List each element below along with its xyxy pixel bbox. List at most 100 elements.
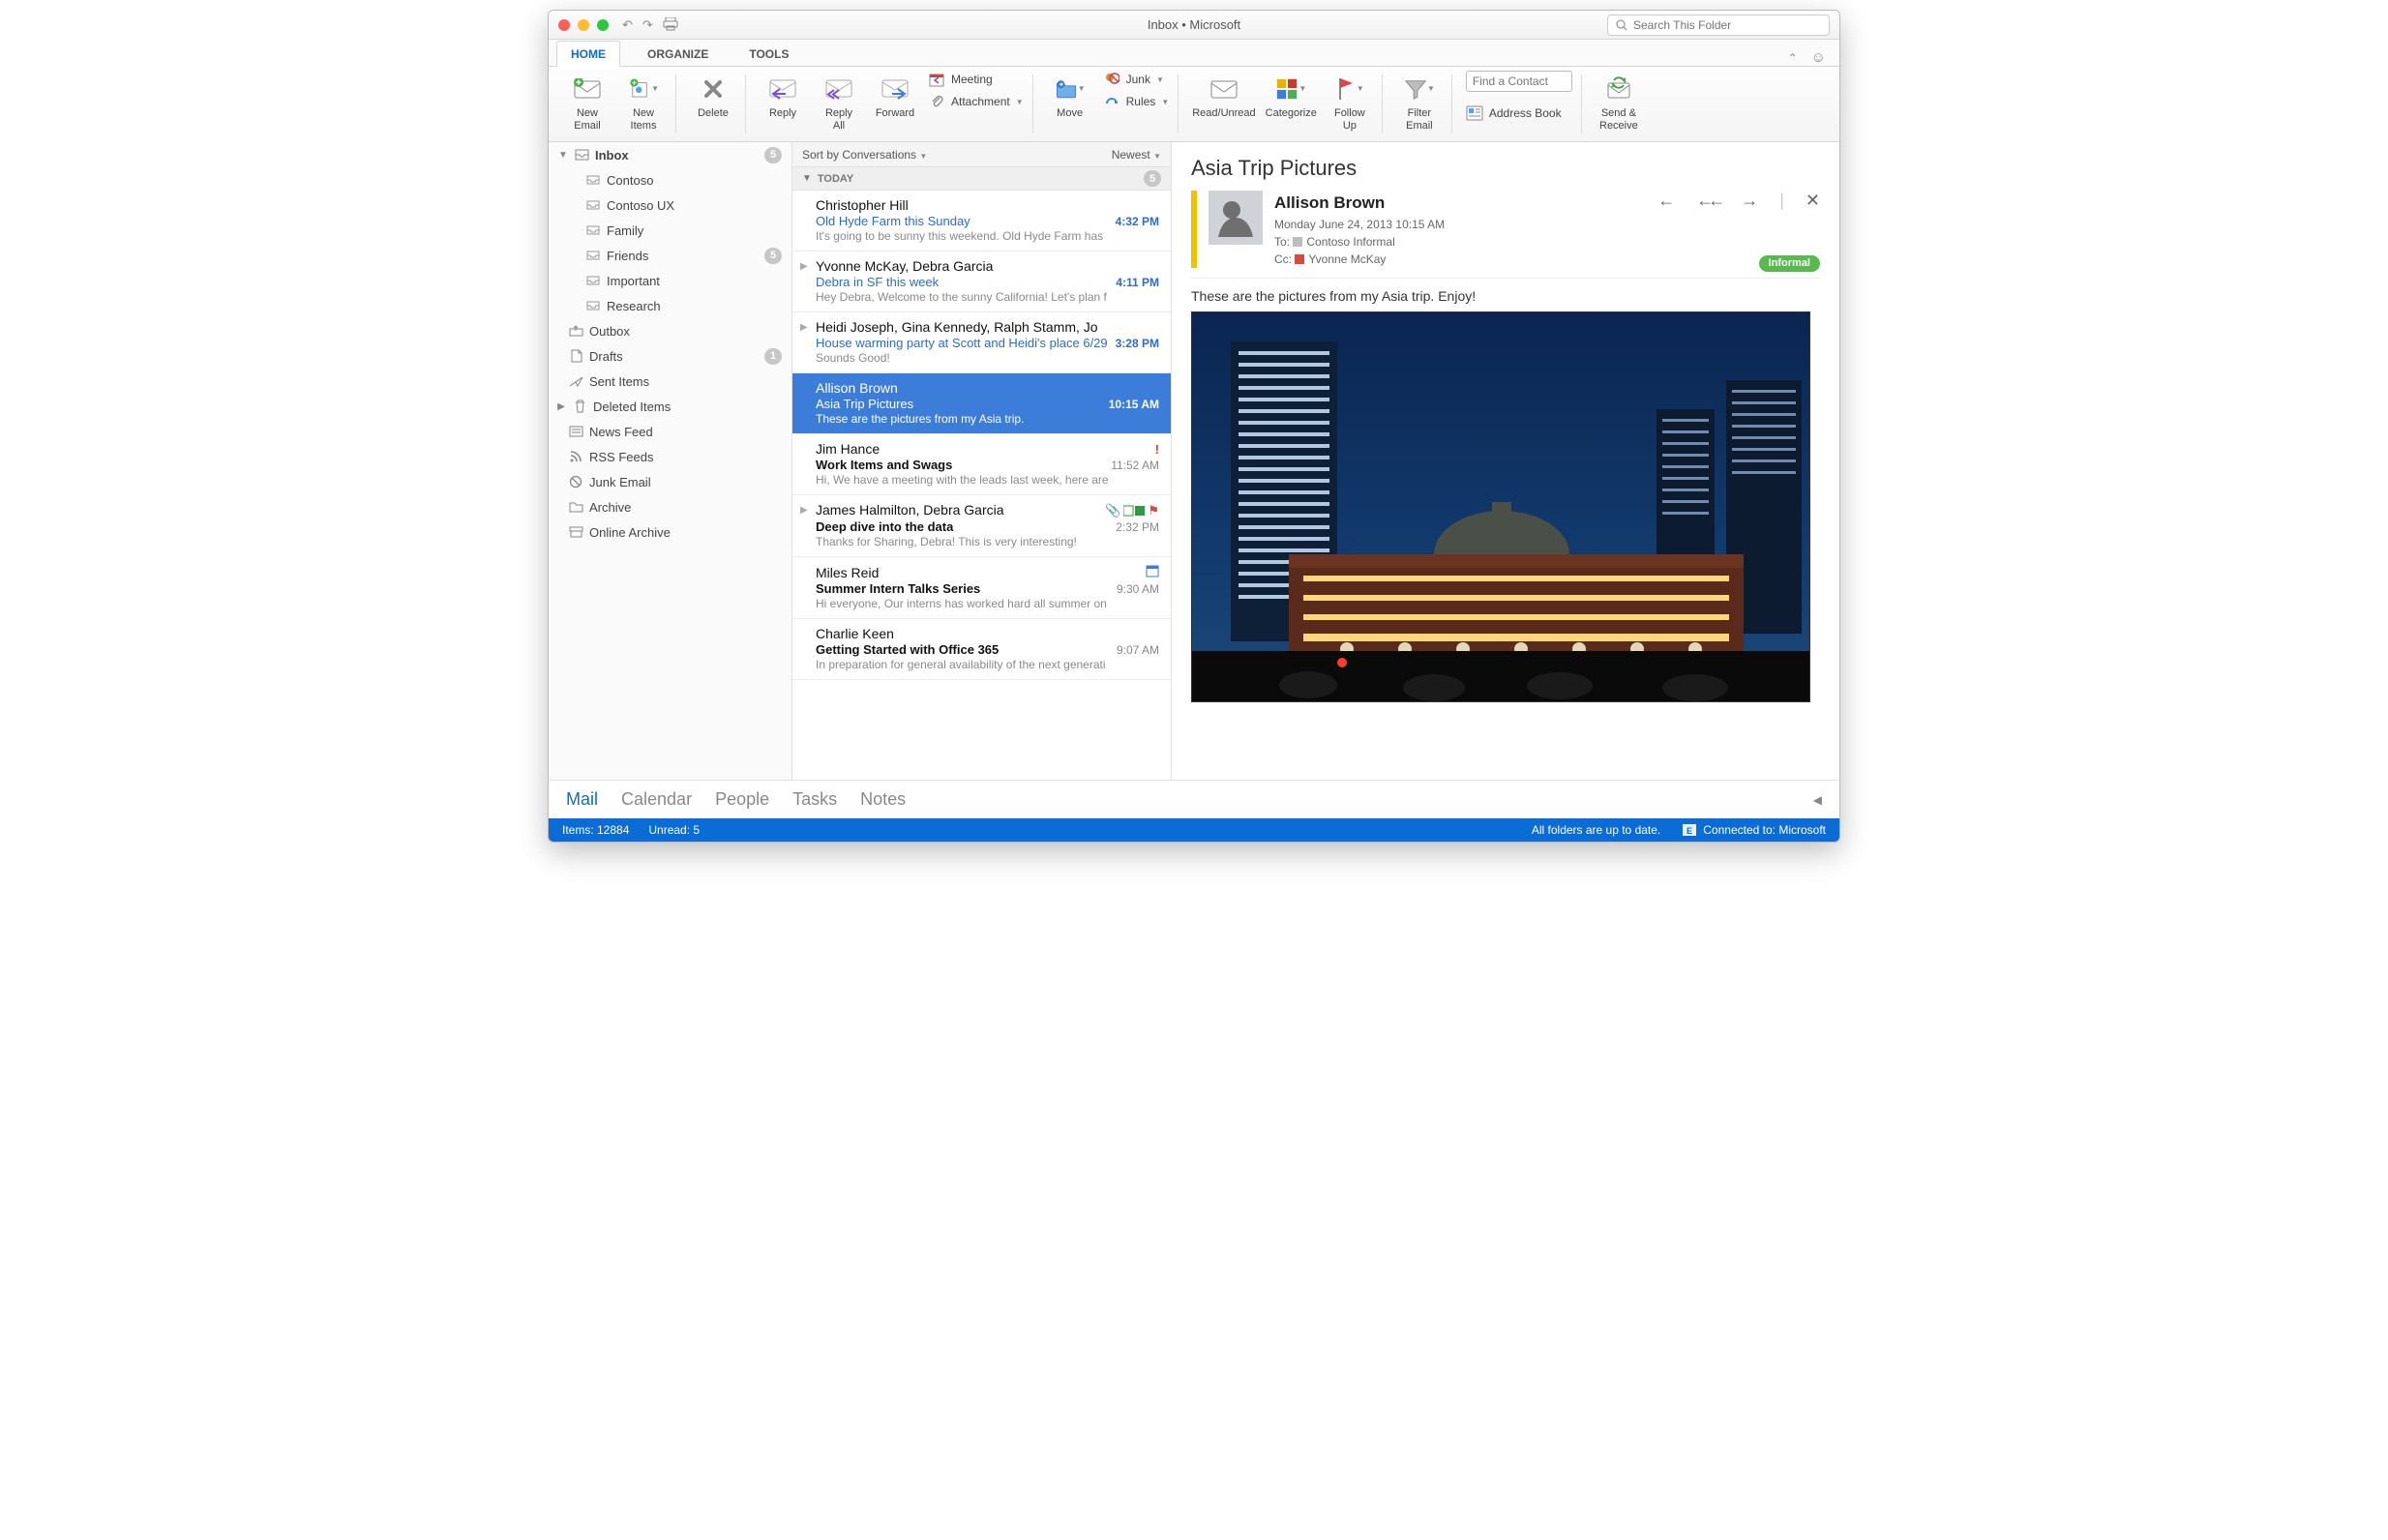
expand-thread-icon[interactable]: ▶ xyxy=(800,261,808,272)
sidebar-deleted[interactable]: ▶Deleted Items xyxy=(549,394,791,419)
meeting-button[interactable]: Meeting xyxy=(928,71,1024,88)
address-book-button[interactable]: Address Book xyxy=(1466,105,1572,121)
sidebar-item-family[interactable]: Family xyxy=(549,218,791,243)
message-item[interactable]: Allison BrownAsia Trip Pictures10:15 AMT… xyxy=(792,373,1171,434)
cloud-archive-icon xyxy=(568,524,583,540)
close-window-button[interactable] xyxy=(558,19,570,31)
junk-button[interactable]: Junk▼ xyxy=(1103,71,1170,88)
reply-all-arrow-icon[interactable]: ←← xyxy=(1696,191,1719,211)
message-subject: Old Hyde Farm this Sunday xyxy=(816,214,970,228)
nav-mail[interactable]: Mail xyxy=(566,789,598,810)
expand-thread-icon[interactable]: ▶ xyxy=(800,505,808,516)
message-item[interactable]: Charlie KeenGetting Started with Office … xyxy=(792,619,1171,680)
move-label: Move xyxy=(1057,107,1083,120)
message-item[interactable]: Jim Hance!Work Items and Swags11:52 AMHi… xyxy=(792,434,1171,495)
attachment-button[interactable]: Attachment ▼ xyxy=(928,93,1024,110)
email-image xyxy=(1191,311,1810,702)
message-list-header: Sort by Conversations ▼ Newest ▼ xyxy=(792,142,1171,167)
cc-label: Cc: xyxy=(1274,252,1292,266)
status-sync: All folders are up to date. xyxy=(1532,823,1660,837)
nav-collapse-icon[interactable]: ◀ xyxy=(1813,793,1822,807)
message-item[interactable]: ▶James Halmilton, Debra Garcia📎⚑Deep div… xyxy=(792,495,1171,557)
tray-icon xyxy=(585,197,601,213)
exchange-icon: E xyxy=(1682,823,1697,837)
meeting-label: Meeting xyxy=(951,73,993,86)
tab-organize[interactable]: ORGANIZE xyxy=(634,42,722,66)
tab-tools[interactable]: TOOLS xyxy=(735,42,802,66)
today-count: 5 xyxy=(1144,170,1161,187)
newest-button[interactable]: Newest ▼ xyxy=(1112,148,1161,162)
nav-calendar[interactable]: Calendar xyxy=(621,789,692,810)
message-item[interactable]: ▶Heidi Joseph, Gina Kennedy, Ralph Stamm… xyxy=(792,312,1171,373)
ribbon-tabs: HOME ORGANIZE TOOLS ⌃ ☺ xyxy=(549,40,1839,67)
titlebar: ↶ ↷ Inbox • Microsoft xyxy=(549,11,1839,40)
sidebar-inbox[interactable]: ▼ Inbox 5 xyxy=(549,142,791,167)
sidebar-drafts[interactable]: Drafts1 xyxy=(549,343,791,369)
move-button[interactable]: ▼ Move xyxy=(1047,71,1093,120)
print-icon[interactable] xyxy=(663,17,678,33)
sidebar-item-friends[interactable]: Friends5 xyxy=(549,243,791,268)
calendar-icon xyxy=(928,71,945,88)
sidebar-item-important[interactable]: Important xyxy=(549,268,791,293)
delete-button[interactable]: Delete xyxy=(690,71,736,120)
group-today[interactable]: ▼ TODAY 5 xyxy=(792,167,1171,191)
category-flag-icon xyxy=(1123,505,1145,517)
close-reading-icon[interactable]: ✕ xyxy=(1806,191,1820,211)
zoom-window-button[interactable] xyxy=(597,19,609,31)
minimize-window-button[interactable] xyxy=(578,19,589,31)
message-preview: Hi, We have a meeting with the leads las… xyxy=(816,473,1159,487)
nav-tasks[interactable]: Tasks xyxy=(792,789,837,810)
redo-icon[interactable]: ↷ xyxy=(642,17,653,33)
reply-all-button[interactable]: Reply All xyxy=(816,71,862,132)
tab-home[interactable]: HOME xyxy=(556,41,620,67)
new-email-button[interactable]: New Email xyxy=(564,71,611,132)
undo-icon[interactable]: ↶ xyxy=(622,17,633,33)
sidebar-outbox[interactable]: Outbox xyxy=(549,318,791,343)
message-from: Miles Reid xyxy=(816,565,879,580)
collapse-ribbon-icon[interactable]: ⌃ xyxy=(1788,51,1798,65)
status-items: Items: 12884 xyxy=(562,823,629,837)
status-bar: Items: 12884 Unread: 5 All folders are u… xyxy=(549,818,1839,842)
next-message-icon[interactable]: → xyxy=(1741,191,1758,211)
message-item[interactable]: ▶Yvonne McKay, Debra GarciaDebra in SF t… xyxy=(792,252,1171,312)
follow-up-button[interactable]: ▼ Follow Up xyxy=(1327,71,1373,132)
reply-button[interactable]: Reply xyxy=(760,71,806,120)
sidebar-item-contoso[interactable]: Contoso xyxy=(549,167,791,192)
sidebar-archive[interactable]: Archive xyxy=(549,494,791,519)
message-item[interactable]: Miles ReidSummer Intern Talks Series9:30… xyxy=(792,557,1171,619)
filter-email-button[interactable]: ▼ Filter Email xyxy=(1396,71,1443,132)
message-from: Yvonne McKay, Debra Garcia xyxy=(816,258,993,274)
tray-icon xyxy=(585,172,601,188)
message-preview: Hey Debra, Welcome to the sunny Californ… xyxy=(816,290,1159,304)
folder-sidebar: ▼ Inbox 5 Contoso Contoso UX Family Frie… xyxy=(549,142,792,780)
rules-button[interactable]: Rules▼ xyxy=(1103,93,1170,110)
message-item[interactable]: Christopher HillOld Hyde Farm this Sunda… xyxy=(792,191,1171,252)
inbox-icon xyxy=(574,147,589,163)
status-connected: E Connected to: Microsoft xyxy=(1682,823,1826,837)
reading-body-text: These are the pictures from my Asia trip… xyxy=(1191,288,1820,304)
find-contact-input[interactable] xyxy=(1466,71,1572,92)
sidebar-junk[interactable]: Junk Email xyxy=(549,469,791,494)
help-smiley-icon[interactable]: ☺ xyxy=(1811,49,1826,66)
sidebar-news[interactable]: News Feed xyxy=(549,419,791,444)
search-folder-box[interactable] xyxy=(1607,15,1830,36)
forward-button[interactable]: Forward xyxy=(872,71,918,120)
sidebar-sent[interactable]: Sent Items xyxy=(549,369,791,394)
send-receive-button[interactable]: Send & Receive xyxy=(1596,71,1642,132)
expand-thread-icon[interactable]: ▶ xyxy=(800,322,808,333)
sidebar-rss[interactable]: RSS Feeds xyxy=(549,444,791,469)
prev-message-icon[interactable]: ← xyxy=(1657,191,1675,211)
categorize-button[interactable]: ▼ Categorize xyxy=(1266,71,1317,120)
nav-notes[interactable]: Notes xyxy=(860,789,906,810)
sidebar-online-archive[interactable]: Online Archive xyxy=(549,519,791,545)
sidebar-item-contoso-ux[interactable]: Contoso UX xyxy=(549,192,791,218)
sidebar-item-research[interactable]: Research xyxy=(549,293,791,318)
nav-people[interactable]: People xyxy=(715,789,769,810)
new-items-button[interactable]: ▼ New Items xyxy=(620,71,667,132)
window-title: Inbox • Microsoft xyxy=(1148,17,1240,32)
message-time: 9:07 AM xyxy=(1117,643,1159,657)
search-input[interactable] xyxy=(1633,18,1821,32)
sort-by-button[interactable]: Sort by Conversations ▼ xyxy=(802,148,927,162)
read-unread-button[interactable]: Read/Unread xyxy=(1192,71,1255,120)
address-book-label: Address Book xyxy=(1489,106,1562,120)
